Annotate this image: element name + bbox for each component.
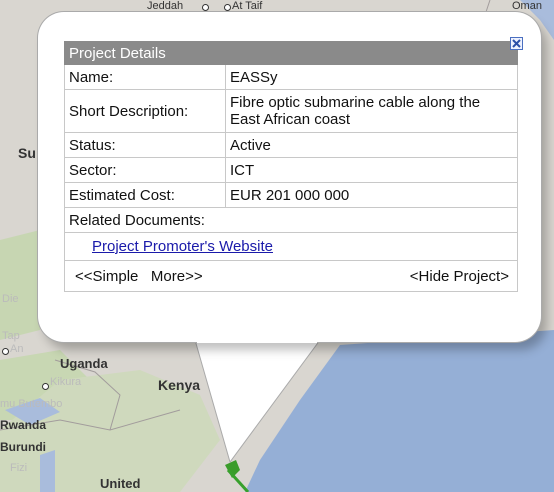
table-row: Short Description: Fibre optic submarine…	[64, 89, 518, 133]
name-value: EASSy	[225, 64, 518, 90]
related-documents-label: Related Documents:	[64, 207, 518, 233]
short-description-value: Fibre optic submarine cable along the Ea…	[225, 89, 518, 133]
sector-label: Sector:	[64, 157, 226, 183]
estimated-cost-label: Estimated Cost:	[64, 182, 226, 208]
table-row: Status: Active	[64, 132, 518, 158]
more-view-button[interactable]: More>>	[151, 268, 203, 285]
close-icon[interactable]	[510, 37, 523, 50]
view-mode-controls: <<Simple More>>	[75, 268, 203, 285]
sector-value: ICT	[225, 157, 518, 183]
name-label: Name:	[64, 64, 226, 90]
document-link-cell: Project Promoter's Website	[64, 232, 518, 261]
table-row: Sector: ICT	[64, 157, 518, 183]
table-row: Estimated Cost: EUR 201 000 000	[64, 182, 518, 208]
short-description-label: Short Description:	[64, 89, 226, 133]
table-row: Related Documents:	[64, 207, 518, 233]
navigation-cell: <<Simple More>> <Hide Project>	[64, 260, 518, 292]
estimated-cost-value: EUR 201 000 000	[225, 182, 518, 208]
table-header-row: Project Details	[64, 41, 518, 65]
table-row: Project Promoter's Website	[64, 232, 518, 261]
table-row: Name: EASSy	[64, 64, 518, 90]
hide-project-button[interactable]: <Hide Project>	[410, 268, 509, 285]
project-details-table: Project Details Name: EASSy Short Descri…	[64, 41, 518, 292]
popup-title: Project Details	[64, 41, 518, 65]
status-value: Active	[225, 132, 518, 158]
project-promoter-website-link[interactable]: Project Promoter's Website	[92, 238, 273, 255]
navigation-row: <<Simple More>> <Hide Project>	[64, 260, 518, 292]
simple-view-button[interactable]: <<Simple	[75, 268, 138, 285]
status-label: Status:	[64, 132, 226, 158]
